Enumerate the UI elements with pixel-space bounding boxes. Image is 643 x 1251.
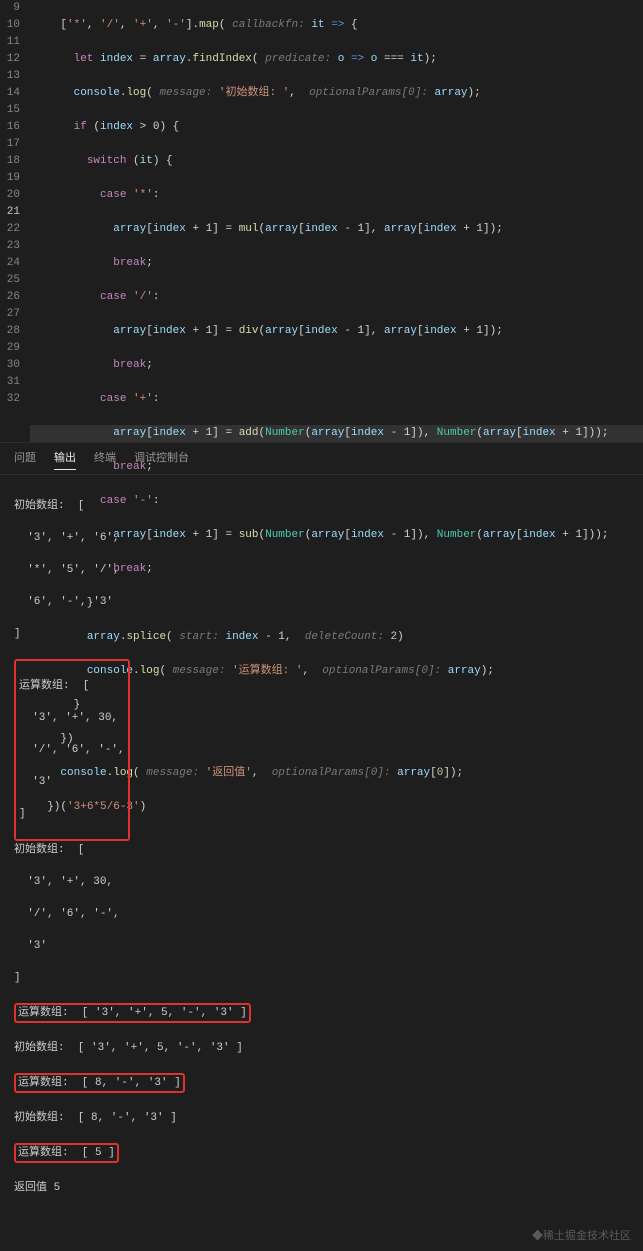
code-line: case '+':: [30, 391, 643, 408]
line-number: 21: [4, 204, 20, 221]
line-number: 14: [4, 85, 20, 102]
highlight-box: 运算数组: [ 5 ]: [14, 1143, 119, 1163]
code-line: break;: [30, 459, 643, 476]
highlight-box: 运算数组: [ 8, '-', '3' ]: [14, 1073, 185, 1093]
output-line: '3', '+', 30,: [19, 710, 125, 726]
line-number: 11: [4, 34, 20, 51]
line-number: 15: [4, 102, 20, 119]
code-editor: 9 10 11 12 13 14 15 16 17 18 19 20 21 22…: [0, 0, 643, 442]
line-number: 30: [4, 357, 20, 374]
line-number: 31: [4, 374, 20, 391]
output-line: 初始数组: [: [14, 842, 629, 858]
code-line: array[index + 1] = mul(array[index - 1],…: [30, 221, 643, 238]
code-area[interactable]: ['*', '/', '+', '-'].map( callbackfn: it…: [30, 0, 643, 442]
highlight-box: 运算数组: [ '3', '+', 30, '/', '6', '-', '3'…: [14, 659, 130, 841]
output-line: ]: [14, 970, 629, 986]
line-number: 28: [4, 323, 20, 340]
output-line: 初始数组: [ '3', '+', 5, '-', '3' ]: [14, 1040, 629, 1056]
line-number: 12: [4, 51, 20, 68]
output-line: 运算数组: [ 5 ]: [18, 1147, 115, 1159]
output-line: '*', '5', '/',: [14, 562, 629, 578]
line-number: 25: [4, 272, 20, 289]
line-number: 10: [4, 17, 20, 34]
code-line: break;: [30, 255, 643, 272]
output-line: 运算数组: [ 8, '-', '3' ]: [18, 1077, 181, 1089]
output-line: '/', '6', '-',: [14, 906, 629, 922]
line-number: 23: [4, 238, 20, 255]
output-line: 运算数组: [ '3', '+', 5, '-', '3' ]: [18, 1007, 247, 1019]
line-number: 27: [4, 306, 20, 323]
output-line: 初始数组: [ 8, '-', '3' ]: [14, 1110, 629, 1126]
output-line: 返回值 5: [14, 1180, 629, 1196]
line-number: 24: [4, 255, 20, 272]
output-area[interactable]: 初始数组: [ '3', '+', '6', '*', '5', '/', '6…: [0, 475, 643, 1251]
output-line: '3', '+', 30,: [14, 874, 629, 890]
output-line: 初始数组: [: [14, 498, 629, 514]
code-line: if (index > 0) {: [30, 119, 643, 136]
output-line: ]: [14, 626, 629, 642]
output-line: 运算数组: [: [19, 678, 125, 694]
line-number: 13: [4, 68, 20, 85]
output-line: '6', '-', '3': [14, 594, 629, 610]
code-line: let index = array.findIndex( predicate: …: [30, 51, 643, 68]
code-line: case '/':: [30, 289, 643, 306]
line-number: 9: [4, 0, 20, 17]
line-number: 19: [4, 170, 20, 187]
code-line: switch (it) {: [30, 153, 643, 170]
line-number: 26: [4, 289, 20, 306]
line-number-gutter: 9 10 11 12 13 14 15 16 17 18 19 20 21 22…: [0, 0, 30, 442]
line-number: 16: [4, 119, 20, 136]
code-line: array[index + 1] = add(Number(array[inde…: [30, 425, 643, 442]
code-line: case '*':: [30, 187, 643, 204]
watermark: ◆稀土掘金技术社区: [532, 1229, 631, 1245]
highlight-box: 运算数组: [ '3', '+', 5, '-', '3' ]: [14, 1003, 251, 1023]
logo-icon: ◆: [532, 1231, 543, 1243]
line-number: 20: [4, 187, 20, 204]
output-line: '3': [14, 938, 629, 954]
output-line: '3': [19, 774, 125, 790]
code-line: console.log( message: '初始数组: ', optional…: [30, 85, 643, 102]
output-line: '3', '+', '6',: [14, 530, 629, 546]
code-line: array[index + 1] = div(array[index - 1],…: [30, 323, 643, 340]
line-number: 18: [4, 153, 20, 170]
line-number: 22: [4, 221, 20, 238]
line-number: 17: [4, 136, 20, 153]
output-line: ]: [19, 806, 125, 822]
line-number: 32: [4, 391, 20, 408]
bottom-panel: 问题 输出 终端 调试控制台 初始数组: [ '3', '+', '6', '*…: [0, 442, 643, 800]
output-line: '/', '6', '-',: [19, 742, 125, 758]
code-line: ['*', '/', '+', '-'].map( callbackfn: it…: [30, 17, 643, 34]
code-line: break;: [30, 357, 643, 374]
line-number: 29: [4, 340, 20, 357]
